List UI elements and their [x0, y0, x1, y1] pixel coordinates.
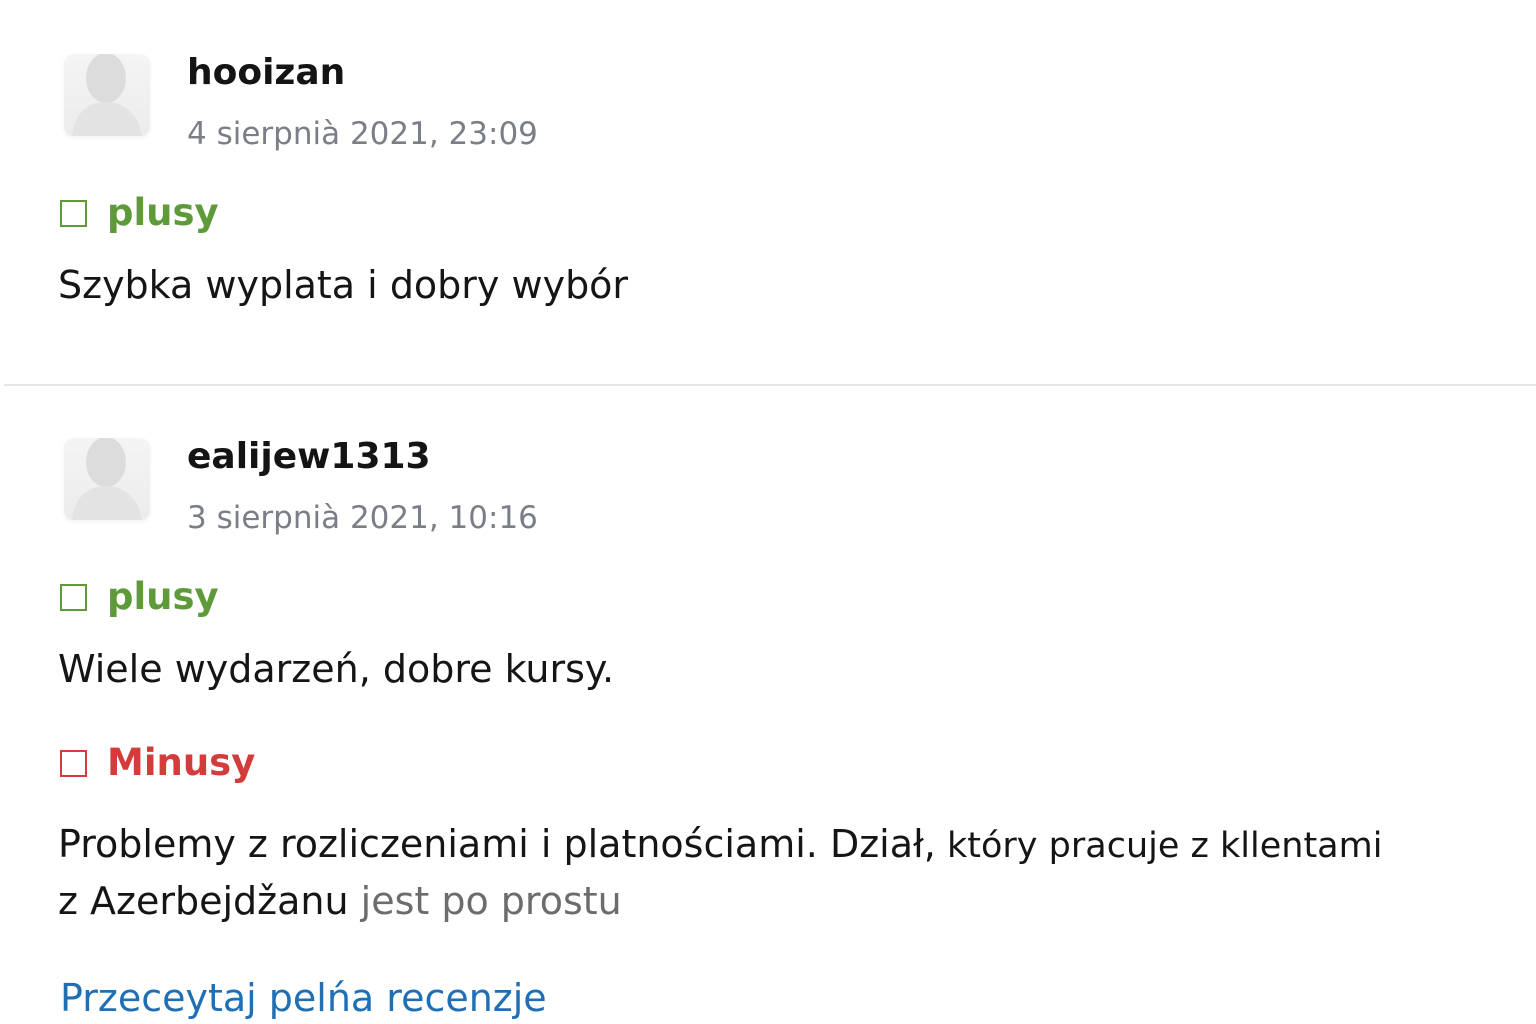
checkbox-icon: [60, 583, 87, 611]
review-date: 3 sierpnià 2021, 10:16: [187, 500, 538, 536]
cons-text-part: Problemy z rozliczeniami i platnościami.…: [58, 822, 936, 866]
review-username[interactable]: ealijew1313: [187, 435, 431, 479]
reviews-page: hooizan 4 sierpnià 2021, 23:09 plusy Szy…: [0, 0, 1536, 1024]
cons-text-part: z Azerbejdžanu: [58, 879, 349, 923]
cons-text-fade: jest po prostu: [348, 879, 622, 923]
cons-text-line-1: Problemy z rozliczeniami i platnościami.…: [58, 816, 1382, 875]
pros-heading: plusy: [60, 191, 219, 235]
pros-heading: plusy: [60, 575, 219, 619]
pros-text: Wiele wydarzeń, dobre kursy.: [58, 647, 615, 691]
pros-text: Szybka wyplata i dobry wybór: [58, 263, 629, 307]
avatar-icon: [64, 438, 150, 520]
pros-label: plusy: [107, 575, 219, 618]
checkbox-icon: [60, 199, 87, 227]
cons-label: Minusy: [107, 741, 256, 784]
cons-text-line-2: z Azerbejdžanu jest po prostu: [58, 873, 622, 930]
avatar-icon: [64, 54, 150, 136]
review-divider: [4, 384, 1536, 386]
cons-text-part: który pracuje z kllentami: [935, 826, 1383, 866]
cons-heading: Minusy: [60, 741, 255, 785]
pros-label: plusy: [107, 191, 219, 234]
checkbox-icon: [60, 749, 87, 777]
review-username[interactable]: hooizan: [187, 51, 345, 95]
read-full-review-link[interactable]: Przeceytaj pelńa recenzje: [60, 974, 547, 1022]
review-date: 4 sierpnià 2021, 23:09: [187, 116, 538, 152]
